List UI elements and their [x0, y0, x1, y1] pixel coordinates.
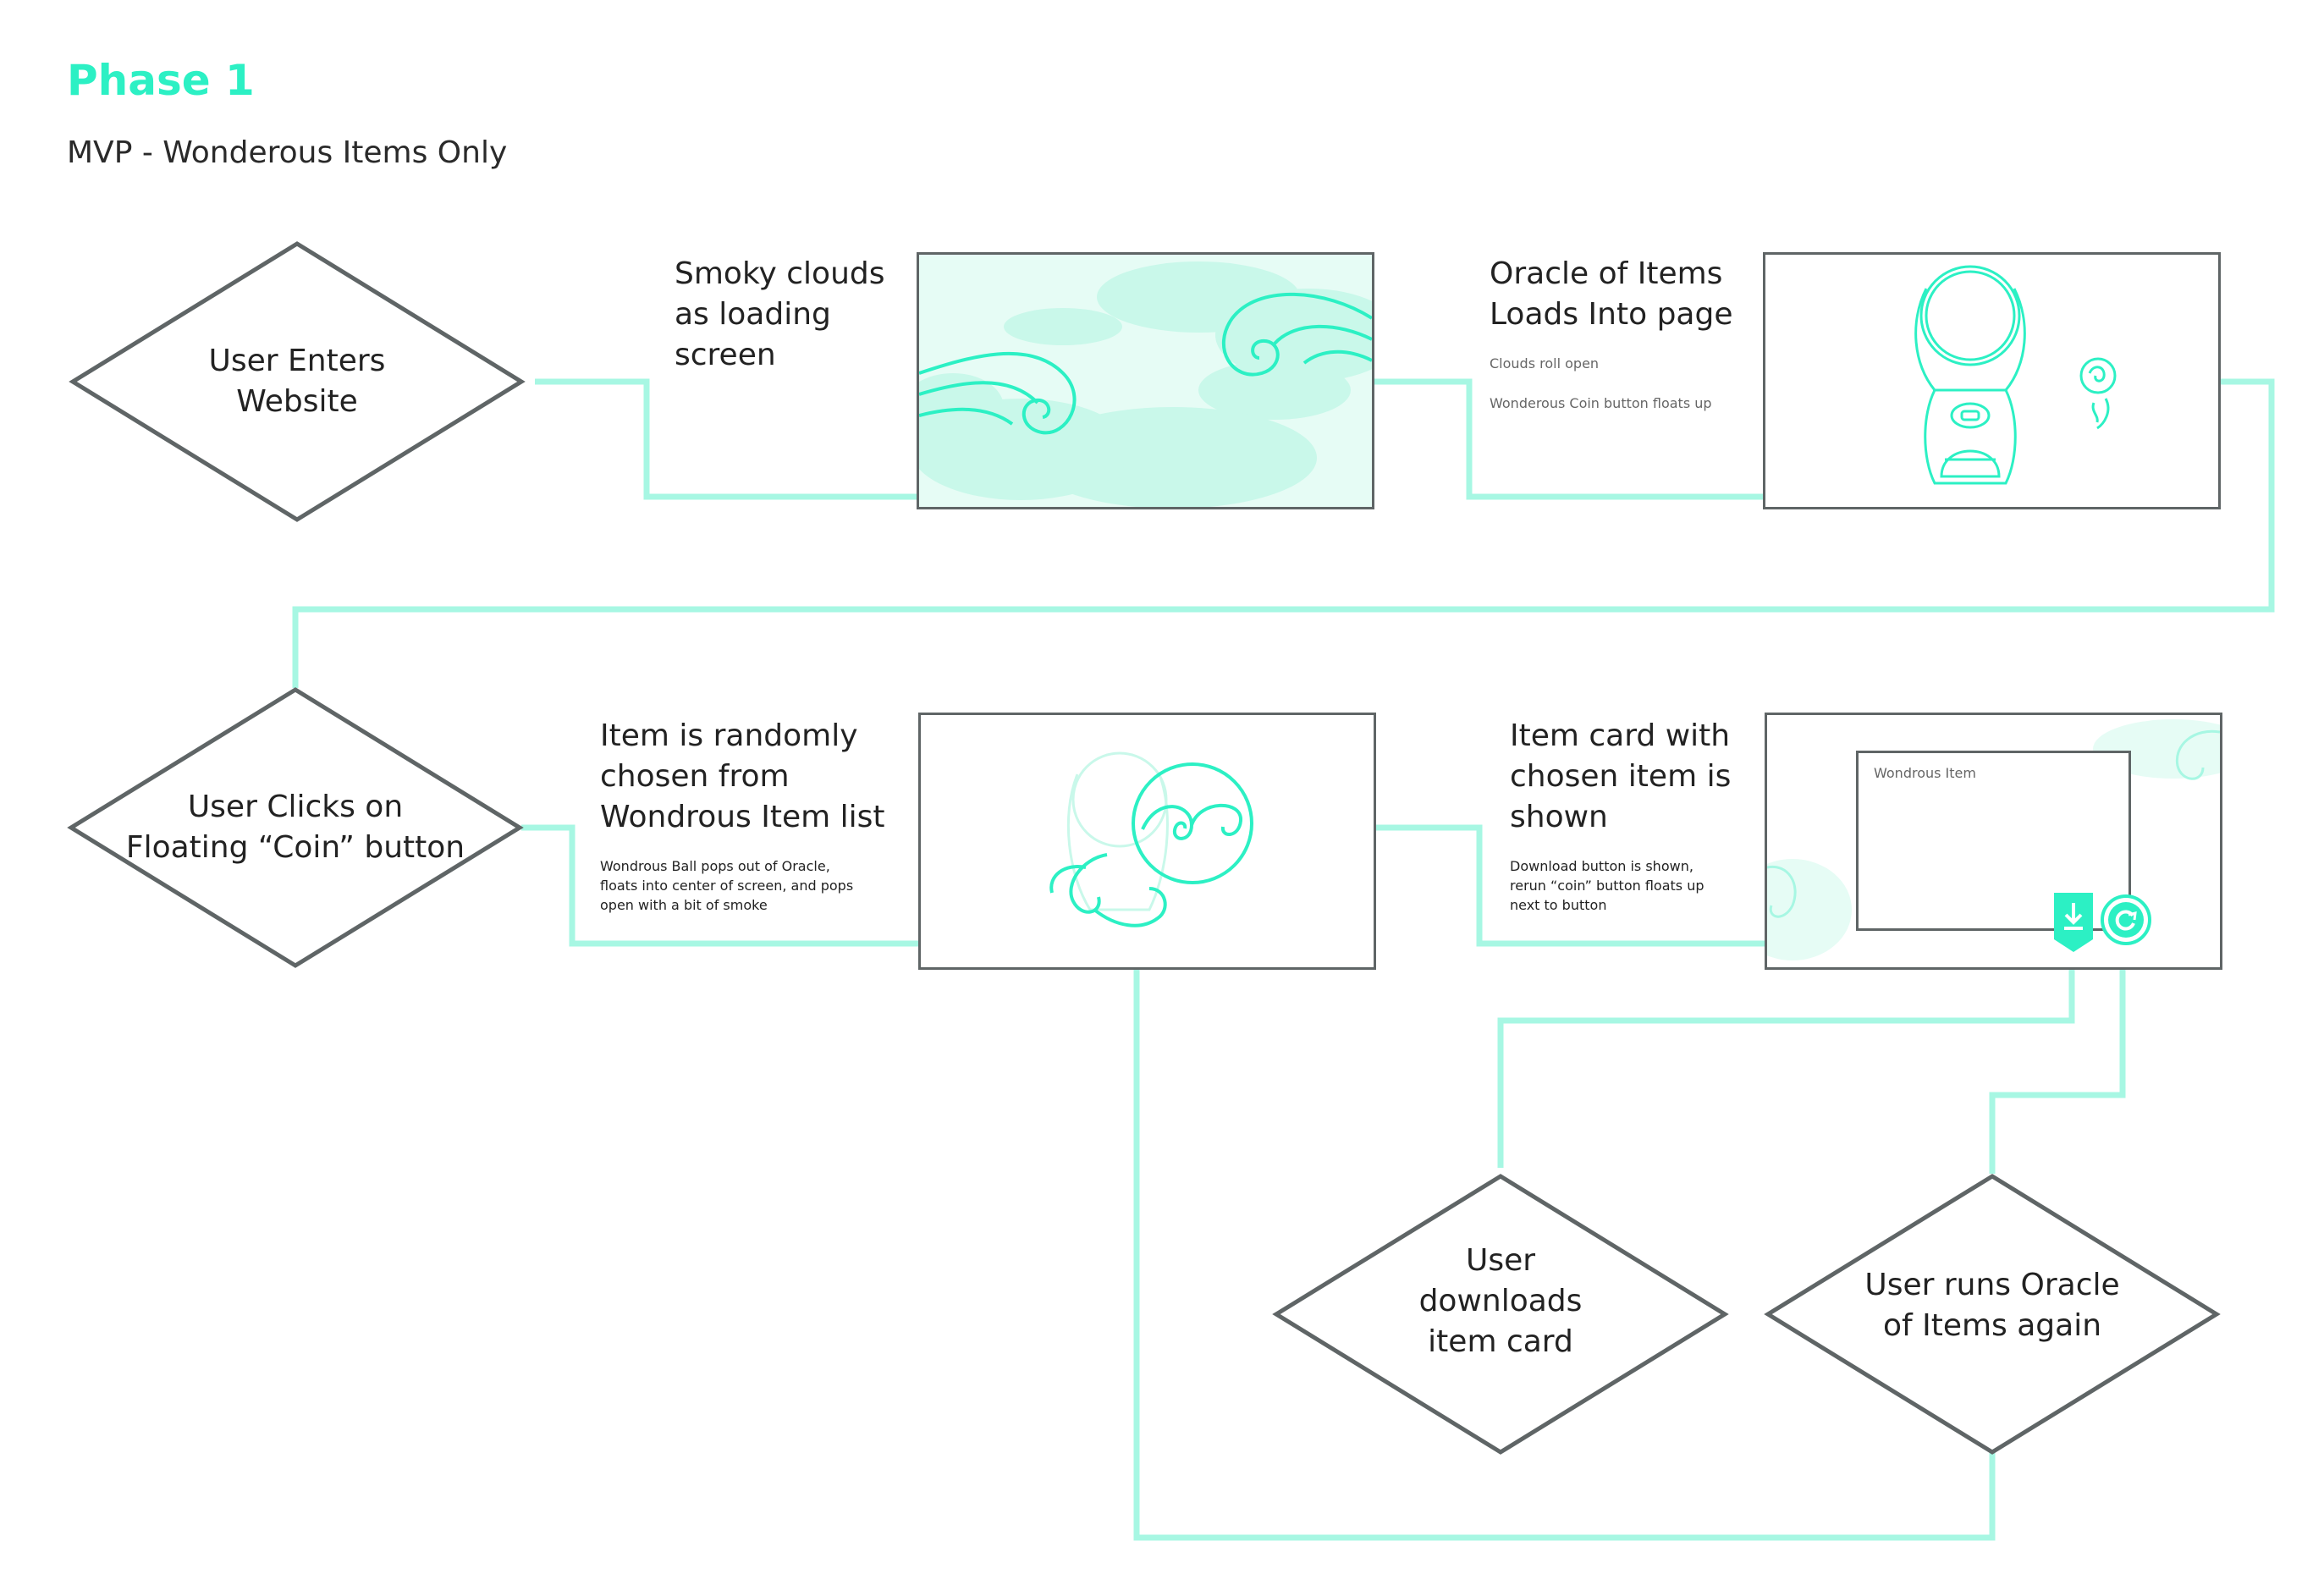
- decision-click-coin: User Clicks on Floating “Coin” button: [125, 790, 465, 865]
- card-note: Download button is shown, rerun “coin” b…: [1510, 858, 1704, 913]
- item-card-label: Wondrous Item: [1874, 765, 1976, 781]
- decision-download: User downloads item card: [1418, 1243, 1583, 1359]
- coin-icon: [2079, 357, 2117, 430]
- page-subtitle: MVP - Wonderous Items Only: [67, 135, 508, 170]
- random-note: Wondrous Ball pops out of Oracle, floats…: [600, 858, 854, 913]
- rerun-coin-button[interactable]: [2099, 893, 2153, 947]
- oracle-note-clouds: Clouds roll open: [1490, 355, 1600, 371]
- oracle-screen-frame: [1763, 252, 2221, 509]
- connector-rerun-to-decision: [1989, 961, 2126, 1174]
- cloud-swirl-icon: [919, 261, 1372, 507]
- oracle-note-coin: Wonderous Coin button floats up: [1490, 395, 1712, 411]
- download-button[interactable]: [2052, 893, 2095, 952]
- item-card-frame: Wondrous Item: [1765, 713, 2222, 970]
- loading-screen-frame: [917, 252, 1374, 509]
- download-icon: [2054, 893, 2093, 952]
- decision-enter: User Enters Website: [208, 344, 386, 419]
- card-caption: Item card with chosen item is shown: [1510, 718, 1732, 834]
- wondrous-ball-icon: [1049, 751, 1253, 927]
- oracle-machine-icon: [1914, 265, 2026, 485]
- random-item-frame: [918, 713, 1376, 970]
- oracle-caption: Oracle of Items Loads Into page: [1490, 256, 1733, 332]
- rerun-icon: [2101, 894, 2151, 945]
- page-title: Phase 1: [67, 56, 255, 105]
- decision-run-again: User runs Oracle of Items again: [1864, 1268, 2120, 1343]
- loading-caption: Smoky clouds as loading screen: [675, 256, 885, 372]
- random-caption: Item is randomly chosen from Wondrous It…: [600, 718, 885, 834]
- connector-enter-to-loading: [535, 378, 917, 500]
